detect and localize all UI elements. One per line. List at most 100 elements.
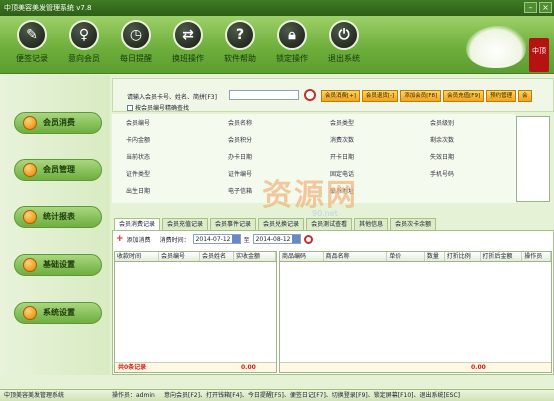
action-buttons: 会员消费[+] 会员退货[-] 添加会员[F8] 会员充值[F9] 预约管理 会 (321, 90, 532, 102)
sidebar: 会员消费 会员管理 统计报表 基础设置 系统设置 (0, 75, 110, 375)
field-label: 手机号码 (430, 171, 455, 178)
status-operator: 操作员：admin (112, 392, 155, 399)
sidebar-bullet-icon (23, 163, 37, 177)
swap-icon: ⇄ (173, 20, 203, 50)
sidebar-item-basic-settings[interactable]: 基础设置 (14, 254, 102, 276)
field-label: 卡内金额 (126, 137, 151, 144)
sidebar-bullet-icon (23, 258, 37, 272)
close-button[interactable]: × (539, 2, 552, 13)
column-header[interactable]: 商品编码 (280, 252, 324, 261)
column-header[interactable]: 打折后金额 (481, 252, 523, 261)
date-to-value: 2014-08-12 (255, 236, 291, 243)
toolbar-shift-button[interactable]: ⇄ 换班操作 (165, 20, 211, 64)
add-consumption-button[interactable]: 添加消费 (127, 235, 151, 244)
column-header[interactable]: 收款时间 (115, 252, 159, 261)
return-button[interactable]: 会员退货[-] (361, 90, 399, 102)
tab-event-records[interactable]: 会员事件记录 (210, 218, 257, 230)
toolbar-lock-button[interactable]: 🔒︎ 锁定操作 (269, 20, 315, 64)
sidebar-item-reports[interactable]: 统计报表 (14, 206, 102, 228)
tab-consumption-records[interactable]: 会员消费记录 (114, 218, 161, 230)
sidebar-item-label: 统计报表 (43, 212, 75, 221)
sidebar-item-member-consumption[interactable]: 会员消费 (14, 112, 102, 134)
power-icon: ⏻ (329, 20, 359, 50)
sidebar-item-member-management[interactable]: 会员管理 (14, 159, 102, 181)
member-info-panel: 会员编号 会员名称 会员类型 会员级别 卡内金额 会员积分 消费次数 剩余次数 … (112, 114, 516, 218)
title-bar: 中顶美容美发管理系统 v7.8 – × (0, 0, 554, 16)
column-header[interactable]: 打折比例 (445, 252, 481, 261)
sidebar-bullet-icon (23, 116, 37, 130)
toolbar-exit-button[interactable]: ⏻ 退出系统 (321, 20, 367, 64)
checkbox-box[interactable] (127, 104, 133, 111)
tab-test-view[interactable]: 会员测试查看 (306, 218, 353, 230)
toolbar-help-button[interactable]: ? 软件帮助 (217, 20, 263, 64)
field-label: 会员类型 (330, 120, 355, 127)
tab-other-info[interactable]: 其他信息 (354, 218, 389, 230)
add-icon[interactable]: + (116, 234, 124, 244)
toolbar-label: 锁定操作 (276, 54, 308, 63)
column-header[interactable]: 数量 (425, 252, 445, 261)
field-label: 会员积分 (228, 137, 253, 144)
sidebar-bullet-icon (23, 210, 37, 224)
toolbar-reminder-button[interactable]: ◷ 每日提醒 (113, 20, 159, 64)
date-from-picker[interactable]: 2014-07-12 (192, 234, 241, 244)
watermark-text: 资源网 (262, 178, 358, 213)
recharge-button[interactable]: 会员充值[F9] (443, 90, 485, 102)
window-title: 中顶美容美发管理系统 v7.8 (4, 4, 92, 12)
tab-recharge-records[interactable]: 会员充值记录 (162, 218, 209, 230)
grid-header: 收款时间 会员编号 会员姓名 实收金额 (115, 252, 276, 262)
record-count: 共0条记录 (118, 364, 147, 371)
toolbar-label: 退出系统 (328, 54, 360, 63)
search-icon[interactable] (303, 234, 313, 244)
add-member-button[interactable]: 添加会员[F8] (400, 90, 442, 102)
records-toolbar: + 添加消费 消费时间： 2014-07-12 至 2014-08-12 (116, 234, 313, 244)
field-label: 当前状态 (126, 154, 151, 161)
member-photo (516, 116, 550, 202)
payments-grid: 收款时间 会员编号 会员姓名 实收金额 共0条记录 0.00 (114, 251, 277, 373)
status-bar: 中顶美容美发管理系统 操作员：admin 意向会员[F2]、打开钱箱[F4]、今… (0, 389, 554, 401)
date-from-value: 2014-07-12 (195, 236, 231, 243)
main-toolbar: ✎ 便签记录 ♀ 意向会员 ◷ 每日提醒 ⇄ 换班操作 ? 软件帮助 🔒︎ 锁定… (0, 16, 554, 74)
field-label: 剩余次数 (430, 137, 455, 144)
column-header[interactable]: 单价 (387, 252, 425, 261)
exact-match-checkbox[interactable]: 按会员编号精确查找 (127, 103, 189, 112)
column-header[interactable]: 会员姓名 (200, 252, 234, 261)
column-header[interactable]: 操作员 (522, 252, 551, 261)
toolbar-label: 每日提醒 (120, 54, 152, 63)
booking-button[interactable]: 预约管理 (486, 90, 517, 102)
field-label: 证件编号 (228, 171, 253, 178)
records-panel: + 添加消费 消费时间： 2014-07-12 至 2014-08-12 收款时… (112, 230, 554, 375)
sidebar-bullet-icon (23, 306, 37, 320)
tab-card-balance[interactable]: 会员次卡余额 (390, 218, 437, 230)
field-label: 会员级别 (430, 120, 455, 127)
sidebar-item-system-settings[interactable]: 系统设置 (14, 302, 102, 324)
column-header[interactable]: 商品名称 (324, 252, 388, 261)
dropdown-icon[interactable] (291, 235, 300, 243)
column-header[interactable]: 实收金额 (234, 252, 276, 261)
member-icon: ♀ (69, 20, 99, 50)
note-icon: ✎ (17, 20, 47, 50)
toolbar-prospect-button[interactable]: ♀ 意向会员 (61, 20, 107, 64)
search-label: 请输入会员卡号、姓名、简拼[F3] (127, 94, 217, 101)
toolbar-notes-button[interactable]: ✎ 便签记录 (9, 20, 55, 64)
time-label: 消费时间： (159, 236, 190, 244)
sidebar-item-label: 会员管理 (43, 165, 75, 174)
field-label: 证件类型 (126, 171, 151, 178)
more-button[interactable]: 会 (518, 90, 532, 102)
field-label: 消费次数 (330, 137, 355, 144)
minimize-button[interactable]: – (524, 2, 537, 13)
dropdown-icon[interactable] (231, 235, 240, 243)
main-content: 请输入会员卡号、姓名、简拼[F3] 按会员编号精确查找 会员消费[+] 会员退货… (112, 78, 554, 375)
window-controls: – × (524, 2, 552, 13)
tab-exchange-records[interactable]: 会员兑换记录 (258, 218, 305, 230)
lock-icon: 🔒︎ (277, 20, 307, 50)
field-label: 会员名称 (228, 120, 253, 127)
search-icon[interactable] (304, 89, 316, 101)
sidebar-item-label: 会员消费 (43, 118, 75, 127)
consume-button[interactable]: 会员消费[+] (321, 90, 360, 102)
date-to-picker[interactable]: 2014-08-12 (252, 234, 301, 244)
grid-footer: 共0条记录 0.00 (115, 362, 276, 372)
search-input[interactable] (229, 90, 299, 100)
brand-logo: 中顶 (529, 38, 549, 72)
column-header[interactable]: 会员编号 (159, 252, 200, 261)
status-shortcuts: 意向会员[F2]、打开钱箱[F4]、今日提醒[F5]、便签日记[F7]、切换登录… (164, 392, 460, 399)
